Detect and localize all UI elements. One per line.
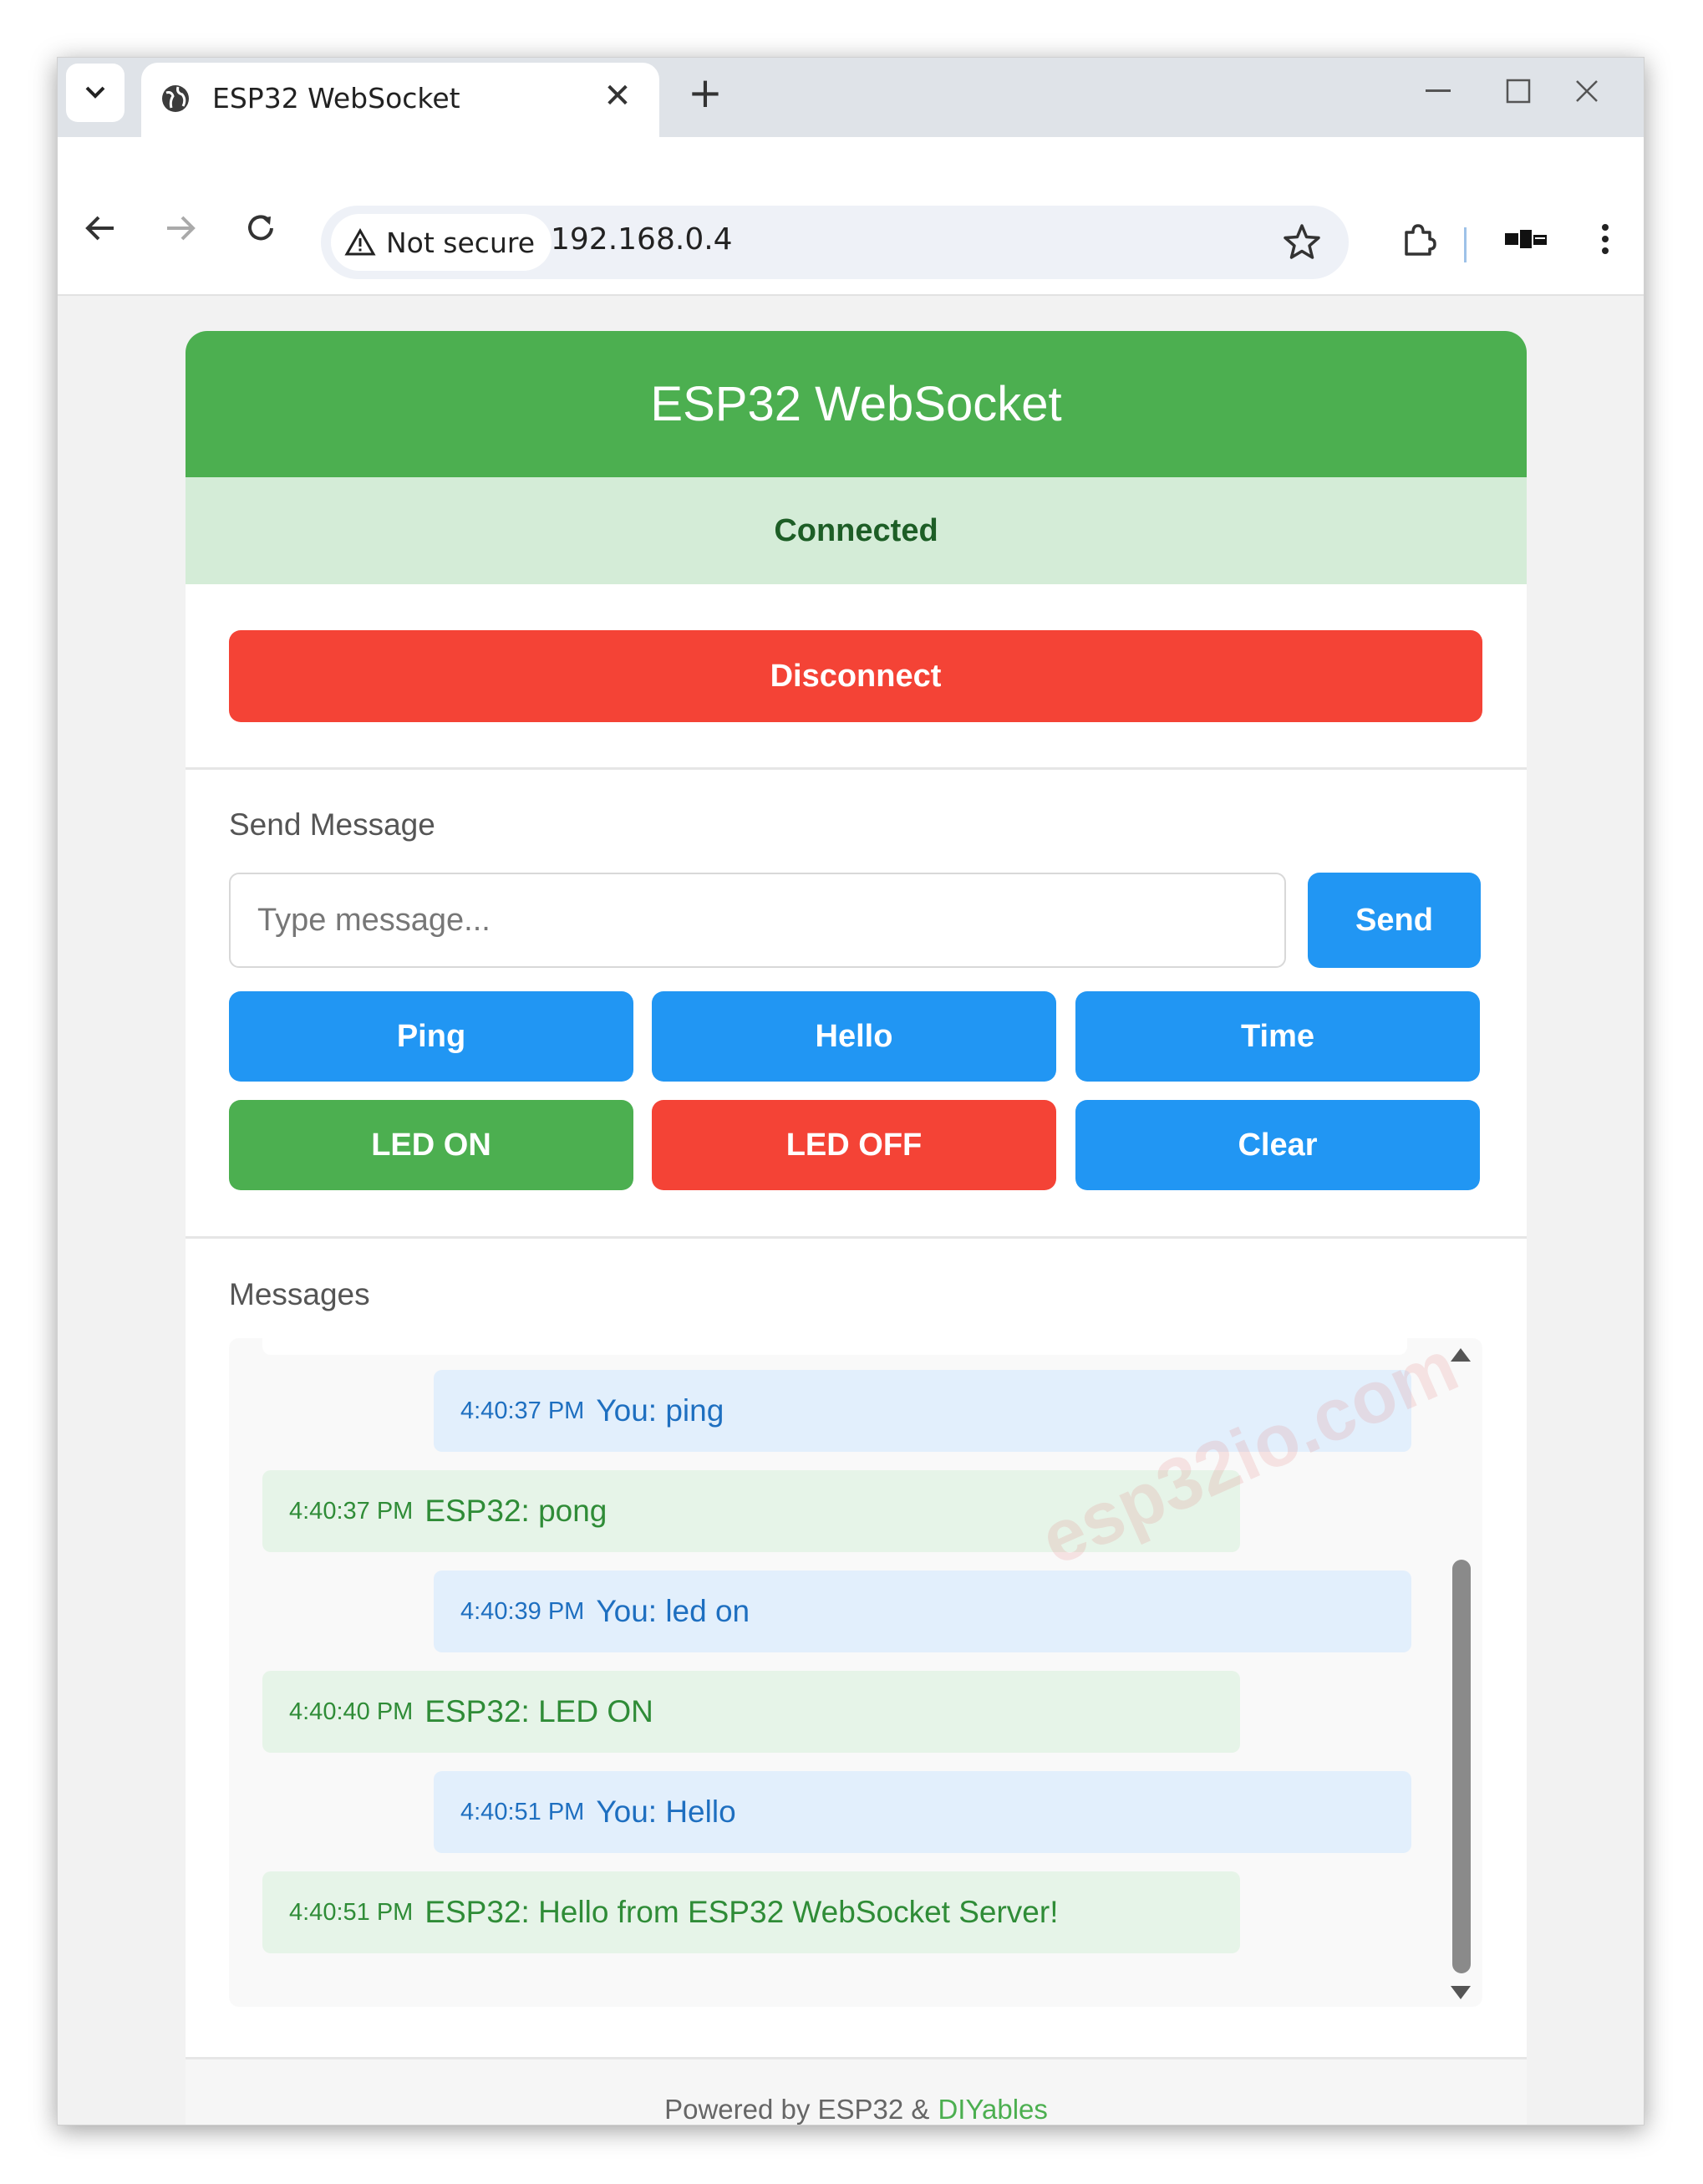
profile-icon[interactable] (1501, 214, 1551, 264)
message-item: 4:40:51 PM ESP32: Hello from ESP32 WebSoc… (262, 1871, 1240, 1953)
reload-icon[interactable] (235, 202, 287, 254)
toolbar-separator (1464, 227, 1467, 262)
maximize-icon[interactable] (1493, 70, 1543, 112)
scrollbar-thumb[interactable] (1452, 1560, 1471, 1973)
message-time: 4:40:40 PM (289, 1698, 414, 1725)
websocket-card: ESP32 WebSocket Connected Disconnect Sen… (186, 331, 1527, 2125)
led-on-button[interactable]: LED ON (229, 1100, 633, 1190)
scroll-up-icon[interactable] (1451, 1348, 1471, 1362)
time-button[interactable]: Time (1075, 991, 1480, 1082)
bookmark-star-icon[interactable] (1280, 221, 1324, 264)
close-window-icon[interactable] (1562, 70, 1612, 112)
message-item-partial (262, 1338, 1407, 1355)
scroll-down-icon[interactable] (1451, 1986, 1471, 1999)
message-item: 4:40:37 PM ESP32: pong (262, 1470, 1240, 1552)
ping-button[interactable]: Ping (229, 991, 633, 1082)
message-text: You: led on (596, 1594, 750, 1628)
message-item: 4:40:39 PM You: led on (434, 1571, 1411, 1652)
url-text[interactable]: 192.168.0.4 (551, 222, 733, 257)
address-bar[interactable]: Not secure 192.168.0.4 (321, 206, 1349, 279)
chevron-down-icon (85, 86, 105, 99)
footer-text: Powered by ESP32 & (664, 2093, 930, 2125)
page-title: ESP32 WebSocket (186, 331, 1527, 477)
page-viewport: ESP32 WebSocket Connected Disconnect Sen… (58, 298, 1644, 2125)
close-tab-icon[interactable]: ✕ (597, 75, 638, 117)
message-log[interactable]: 4:40:37 PM You: ping 4:40:37 PM ESP32: pon… (229, 1338, 1482, 2007)
connection-status: Connected (186, 477, 1527, 584)
messages-label: Messages (229, 1277, 370, 1311)
tab-search-button[interactable] (66, 64, 125, 122)
clear-button[interactable]: Clear (1075, 1100, 1480, 1190)
led-off-button[interactable]: LED OFF (652, 1100, 1056, 1190)
hello-button[interactable]: Hello (652, 991, 1056, 1082)
message-text: ESP32: pong (424, 1494, 607, 1528)
message-item: 4:40:51 PM You: Hello (434, 1771, 1411, 1853)
message-text: ESP32: Hello from ESP32 WebSocket Server… (424, 1895, 1059, 1929)
site-info-chip[interactable]: Not secure (331, 214, 552, 271)
message-text: You: ping (596, 1393, 724, 1428)
message-item: 4:40:40 PM ESP32: LED ON (262, 1671, 1240, 1753)
minimize-icon[interactable] (1413, 70, 1463, 112)
message-time: 4:40:39 PM (460, 1597, 585, 1625)
message-time: 4:40:37 PM (289, 1497, 414, 1525)
active-tab[interactable]: ESP32 WebSocket ✕ (141, 63, 659, 140)
back-icon[interactable] (74, 202, 126, 254)
globe-icon (162, 85, 189, 112)
message-text: ESP32: LED ON (424, 1694, 653, 1728)
extensions-icon[interactable] (1393, 214, 1443, 264)
footer-brand-link[interactable]: DIYables (938, 2094, 1047, 2125)
message-time: 4:40:51 PM (289, 1898, 414, 1926)
message-time: 4:40:51 PM (460, 1798, 585, 1825)
browser-toolbar: Not secure 192.168.0.4 (58, 137, 1644, 296)
disconnect-button[interactable]: Disconnect (229, 630, 1482, 722)
message-item: 4:40:37 PM You: ping (434, 1370, 1411, 1452)
message-time: 4:40:37 PM (460, 1397, 585, 1424)
send-button[interactable]: Send (1308, 873, 1481, 968)
new-tab-icon[interactable]: + (680, 68, 730, 118)
forward-icon[interactable] (155, 202, 206, 254)
message-text: You: Hello (596, 1795, 736, 1829)
browser-window: ESP32 WebSocket ✕ + Not secure 192.168.0… (57, 57, 1645, 2125)
message-input[interactable] (229, 873, 1286, 968)
message-scrollbar[interactable] (1441, 1338, 1482, 2007)
divider (186, 767, 1527, 770)
warning-icon (344, 228, 376, 256)
tab-strip: ESP32 WebSocket ✕ + (58, 58, 1644, 140)
send-message-label: Send Message (229, 807, 435, 842)
tab-title: ESP32 WebSocket (212, 82, 460, 115)
menu-icon[interactable] (1580, 214, 1630, 264)
page-footer: Powered by ESP32 & DIYables (186, 2057, 1527, 2125)
divider (186, 1236, 1527, 1239)
security-label: Not secure (386, 226, 536, 259)
